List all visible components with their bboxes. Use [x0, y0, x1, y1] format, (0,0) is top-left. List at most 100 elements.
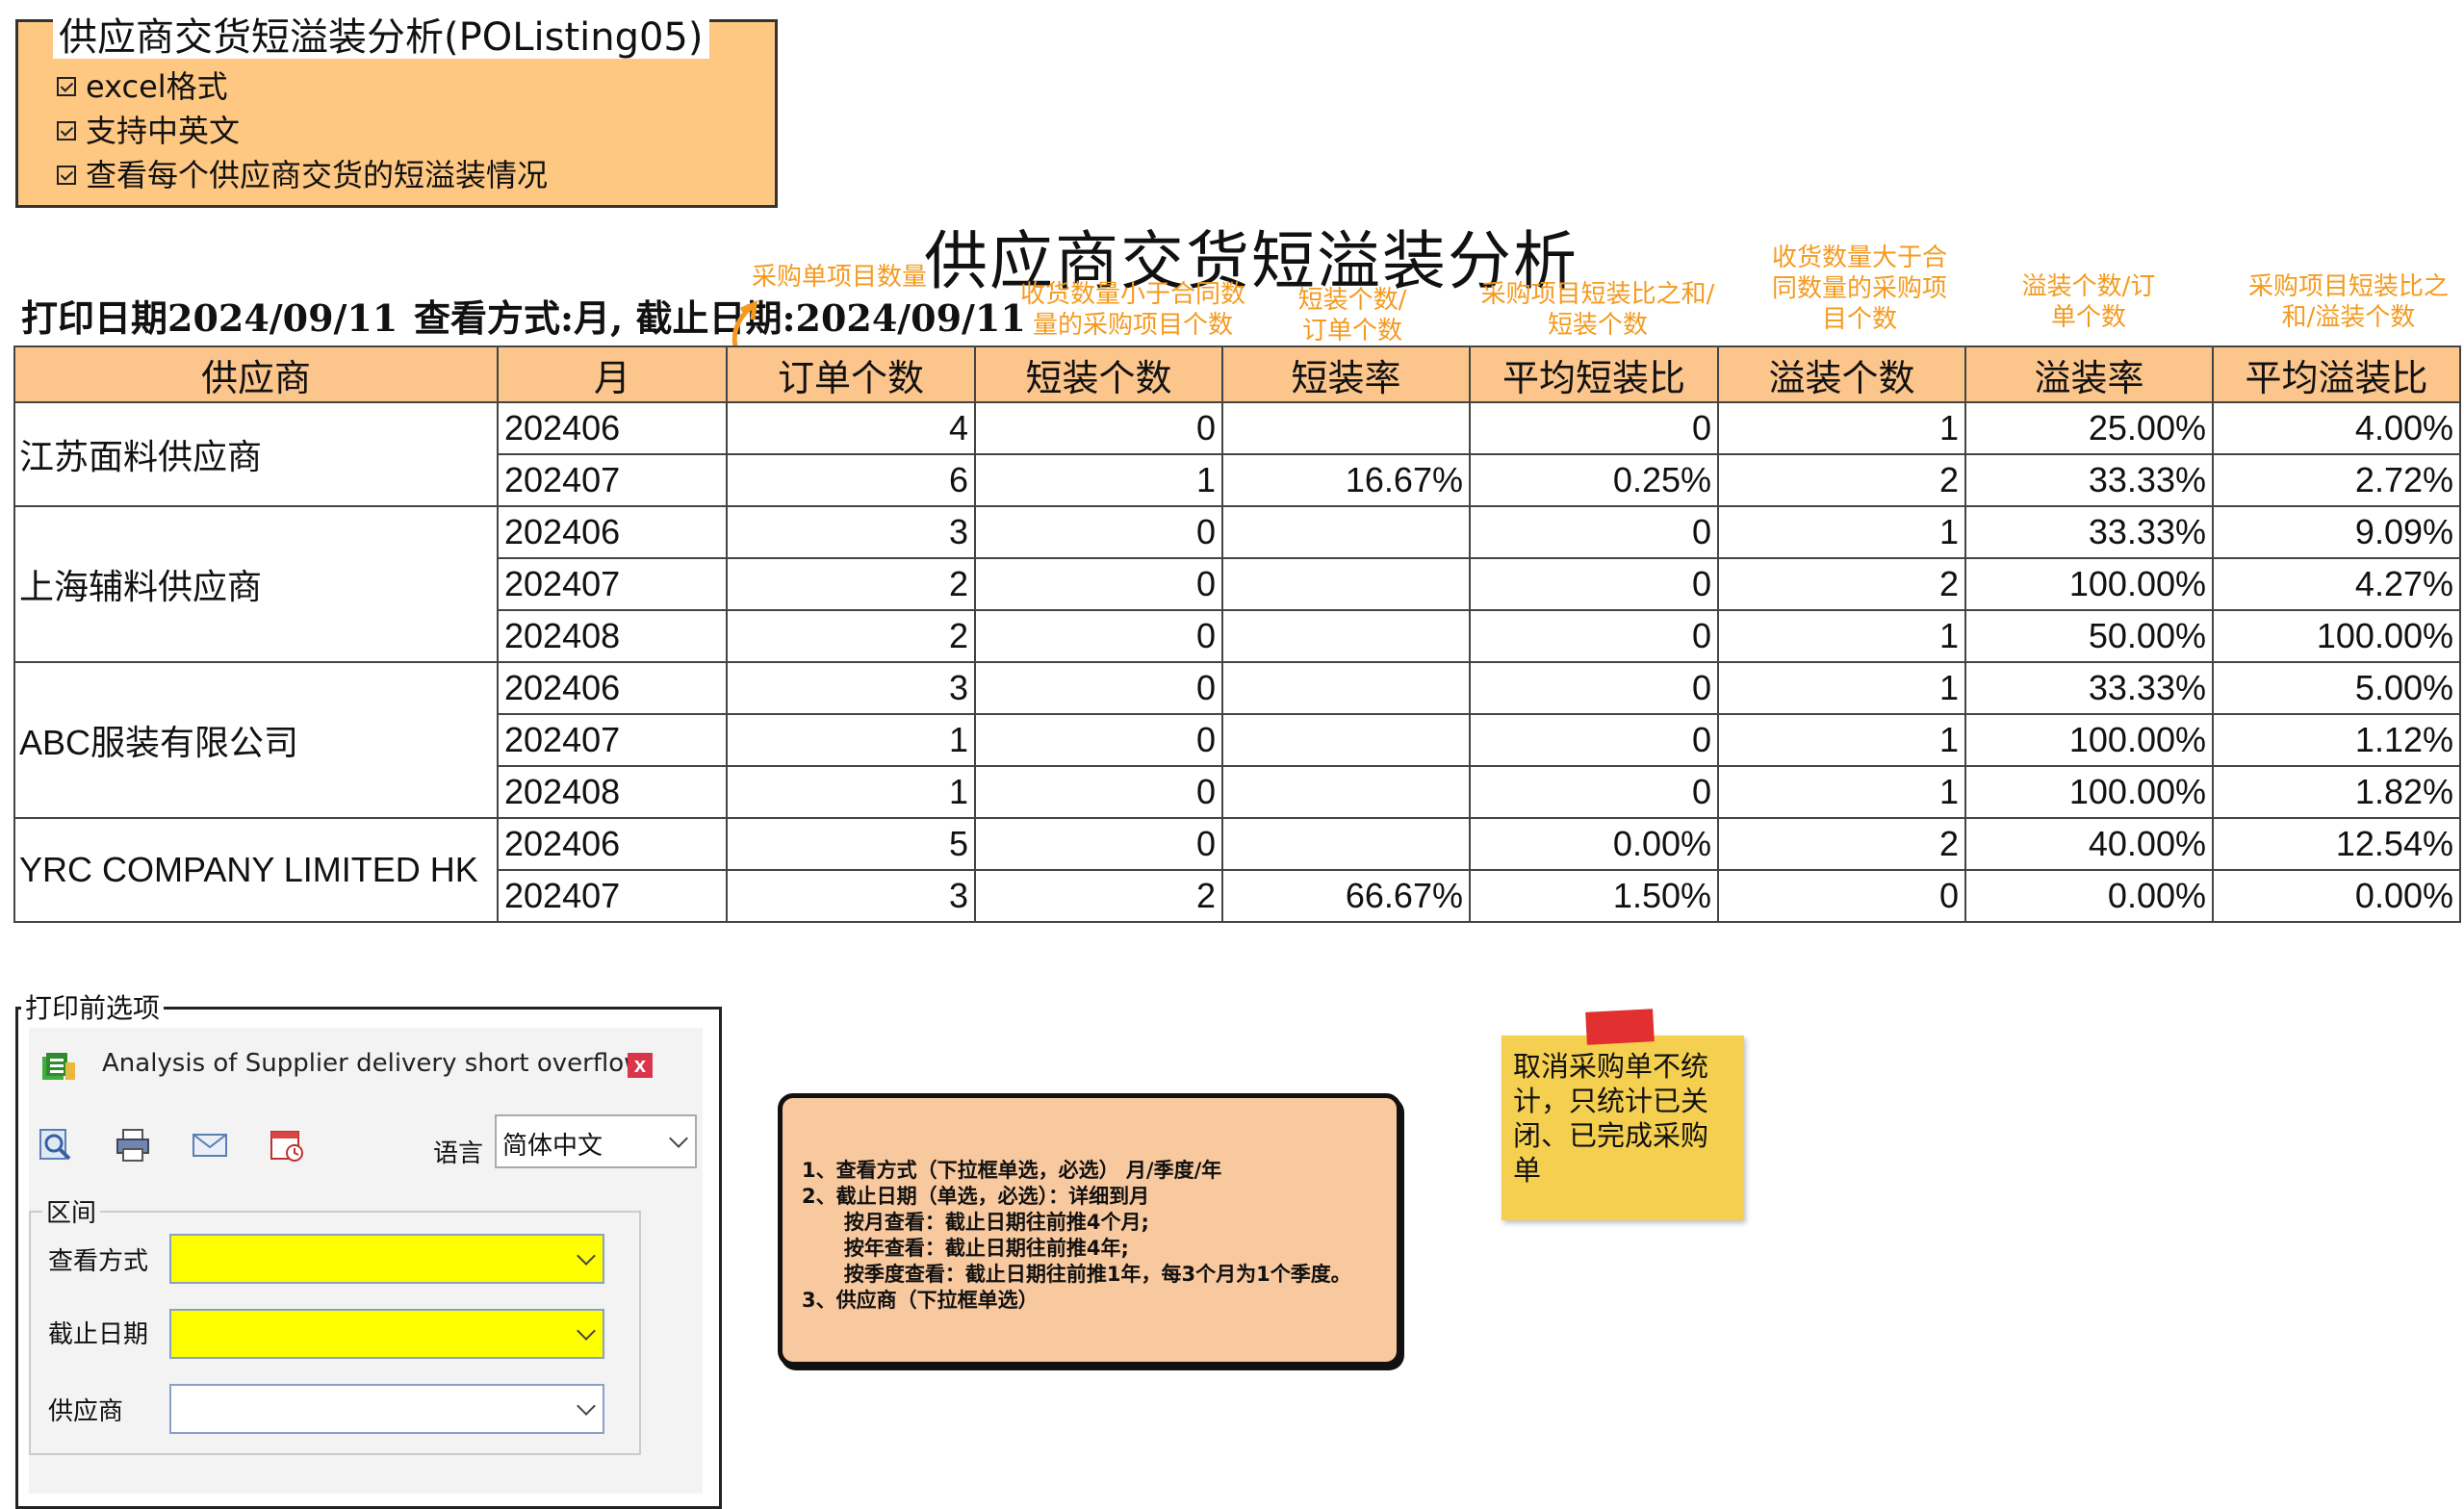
value-cell [1221, 609, 1471, 663]
supplier-cell: ABC服装有限公司 [13, 661, 499, 819]
col-header: 溢装个数 [1717, 345, 1966, 403]
value-cell [1221, 661, 1471, 715]
calendar-icon[interactable] [268, 1126, 306, 1164]
feature-title: 供应商交货短溢装分析(POListing05) [53, 16, 709, 59]
value-cell: 3 [726, 661, 976, 715]
supplier-label: 供应商 [48, 1397, 124, 1426]
value-cell: 0.00% [2212, 869, 2461, 923]
feature-item: 支持中英文 [57, 109, 548, 153]
value-cell: 0 [974, 401, 1223, 455]
feature-item-label: 查看每个供应商交货的短溢装情况 [86, 157, 549, 193]
value-cell: 33.33% [1964, 661, 2214, 715]
supplier-cell: 上海辅料供应商 [13, 505, 499, 663]
annotation-over-rate: 溢装个数/订单个数 [2021, 272, 2156, 332]
value-cell: 2 [1717, 557, 1966, 611]
sticky-note-text: 取消采购单不统计，只统计已关闭、已完成采购单 [1513, 1050, 1709, 1187]
value-cell: 2 [726, 609, 976, 663]
value-cell [1221, 765, 1471, 819]
month-cell: 202406 [497, 817, 728, 871]
value-cell: 0 [974, 609, 1223, 663]
value-cell [1221, 557, 1471, 611]
annotation-short-rate: 短装个数/订单个数 [1297, 286, 1407, 345]
value-cell: 0 [1469, 765, 1719, 819]
preview-icon[interactable] [37, 1126, 75, 1164]
table-row: 江苏面料供应商 202406 4 0 0 1 25.00% 4.00% [13, 401, 2461, 507]
supplier-select[interactable] [169, 1384, 604, 1434]
annotation-order-count: 采购单项目数量 [751, 263, 927, 292]
month-cell: 202406 [497, 401, 728, 455]
supplier-cell: YRC COMPANY LIMITED HK [13, 817, 499, 923]
value-cell: 0 [1469, 401, 1719, 455]
feature-list: excel格式 支持中英文 查看每个供应商交货的短溢装情况 [57, 64, 548, 197]
view-mode-select[interactable] [169, 1234, 604, 1284]
dialog-title: Analysis of Supplier delivery short over… [102, 1049, 645, 1078]
close-icon[interactable]: x [628, 1053, 653, 1078]
month-cell: 202407 [497, 713, 728, 767]
col-header: 订单个数 [726, 345, 976, 403]
sticky-tape [1585, 1009, 1655, 1045]
language-label: 语言 [433, 1139, 484, 1168]
feature-item-label: 支持中英文 [86, 113, 241, 149]
value-cell: 66.67% [1221, 869, 1471, 923]
col-header: 月 [497, 345, 728, 403]
value-cell: 4.00% [2212, 401, 2461, 455]
table-row: YRC COMPANY LIMITED HK 202406 5 0 0.00% 2 40.0… [13, 817, 2461, 923]
value-cell: 25.00% [1964, 401, 2214, 455]
annotation-short-count: 收货数量小于合同数量的采购项目个数 [1019, 280, 1245, 340]
value-cell: 100.00% [1964, 765, 2214, 819]
report-table: 供应商 月 订单个数 短装个数 短装率 平均短装比 溢装个数 溢装率 平均溢装比… [13, 345, 2461, 923]
value-cell: 0 [974, 817, 1223, 871]
value-cell: 33.33% [1964, 505, 2214, 559]
chevron-down-icon [669, 1129, 688, 1148]
value-cell: 1 [1717, 713, 1966, 767]
value-cell: 3 [726, 869, 976, 923]
value-cell: 40.00% [1964, 817, 2214, 871]
value-cell: 100.00% [1964, 713, 2214, 767]
end-date-label: 截止日期 [48, 1320, 149, 1349]
value-cell: 0.00% [1469, 817, 1719, 871]
month-cell: 202407 [497, 453, 728, 507]
value-cell [1221, 817, 1471, 871]
mail-icon[interactable] [191, 1126, 229, 1164]
value-cell: 4 [726, 401, 976, 455]
range-legend: 区间 [42, 1193, 101, 1229]
col-header: 溢装率 [1964, 345, 2214, 403]
view-mode: 查看方式:月, 截止日期:2024/09/11 [414, 296, 1026, 340]
value-cell: 0 [974, 713, 1223, 767]
end-date-select[interactable] [169, 1309, 604, 1359]
value-cell: 0 [974, 505, 1223, 559]
value-cell: 1.12% [2212, 713, 2461, 767]
month-cell: 202406 [497, 661, 728, 715]
col-header: 平均溢装比 [2212, 345, 2461, 403]
value-cell: 0 [974, 765, 1223, 819]
options-dialog: Analysis of Supplier delivery short over… [29, 1028, 703, 1494]
value-cell: 2 [726, 557, 976, 611]
month-cell: 202406 [497, 505, 728, 559]
value-cell: 1 [1717, 401, 1966, 455]
col-header: 供应商 [13, 345, 499, 403]
checkbox-icon [57, 166, 76, 185]
value-cell: 0 [1717, 869, 1966, 923]
value-cell: 0 [1469, 661, 1719, 715]
print-icon[interactable] [114, 1126, 152, 1164]
sticky-note: 取消采购单不统计，只统计已关闭、已完成采购单 [1502, 1036, 1744, 1220]
value-cell: 1 [1717, 661, 1966, 715]
supplier-cell: 江苏面料供应商 [13, 401, 499, 507]
language-select[interactable]: 简体中文 [495, 1114, 697, 1168]
value-cell: 5 [726, 817, 976, 871]
annotation-over-count: 收货数量大于合同数量的采购项目个数 [1771, 243, 1947, 334]
value-cell: 0 [974, 661, 1223, 715]
value-cell [1221, 401, 1471, 455]
value-cell: 1 [974, 453, 1223, 507]
value-cell: 100.00% [1964, 557, 2214, 611]
value-cell: 100.00% [2212, 609, 2461, 663]
month-cell: 202407 [497, 557, 728, 611]
value-cell: 0 [1469, 609, 1719, 663]
col-header: 短装率 [1221, 345, 1471, 403]
value-cell: 3 [726, 505, 976, 559]
print-options-legend: 打印前选项 [21, 987, 165, 1026]
checkbox-icon [57, 77, 76, 96]
feature-box: 供应商交货短溢装分析(POListing05) excel格式 支持中英文 查看… [15, 16, 778, 208]
value-cell: 1 [1717, 609, 1966, 663]
month-cell: 202408 [497, 765, 728, 819]
